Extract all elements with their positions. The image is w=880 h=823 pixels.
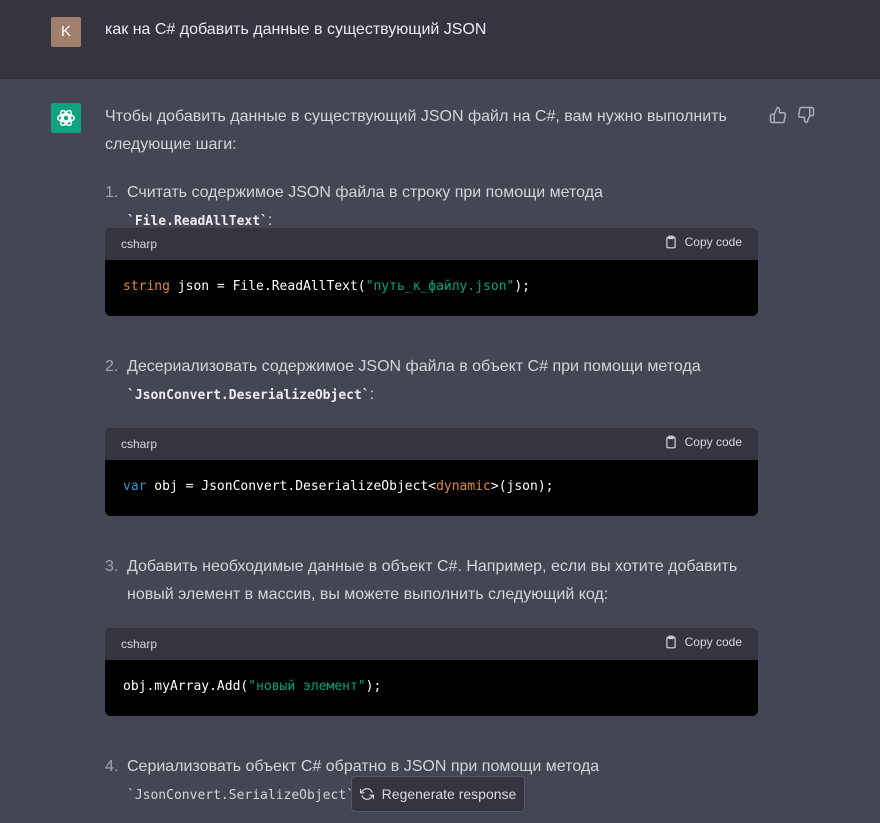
code-content: obj.myArray.Add("новый элемент"); [105,660,758,694]
step-text: Считать содержимое JSON файла в строку п… [127,184,603,201]
copy-code-label: Copy code [684,235,742,249]
clipboard-icon [665,635,676,649]
answer-intro: Чтобы добавить данные в существующий JSO… [105,108,727,153]
code-token: string [123,279,170,294]
code-language-label: csharp [121,237,158,251]
thumbs-up-icon[interactable] [769,106,787,124]
clipboard-icon [665,235,676,249]
inline-code: `JsonConvert.SerializeObject` [127,788,354,803]
code-token: ); [365,679,382,694]
step-text: Десериализовать содержимое JSON файла в … [127,358,701,375]
code-token: json = File.ReadAllText( [169,279,366,294]
code-language-label: csharp [121,637,158,651]
code-block-header: csharp Copy code [105,228,758,260]
code-block-header: csharp Copy code [105,628,758,660]
code-token: var [123,479,147,494]
code-token: "новый элемент" [248,679,366,694]
clipboard-icon [665,435,676,449]
inline-code: `JsonConvert.DeserializeObject` [127,388,370,403]
openai-logo-icon [51,103,81,133]
refresh-icon [359,788,374,800]
code-token: ); [514,279,531,294]
code-token: obj.myArray.Add( [123,679,249,694]
step-number: 3. [105,558,119,575]
code-block-header: csharp Copy code [105,428,758,460]
copy-code-label: Copy code [684,635,742,649]
copy-code-label: Copy code [684,435,742,449]
user-avatar: K [51,17,81,47]
copy-code-button[interactable]: Copy code [664,635,742,649]
user-message-row: K как на C# добавить данные в существующ… [0,0,880,79]
inline-code: `File.ReadAllText` [127,214,268,229]
step-text: Сериализовать объект C# обратно в JSON п… [127,758,600,775]
code-token: "путь_к_файлу.json" [365,279,515,294]
regenerate-response-button[interactable]: Regenerate response [351,776,525,812]
step-tail: : [369,386,375,403]
code-token: >(json); [490,479,554,494]
copy-code-button[interactable]: Copy code [664,235,742,249]
code-content: string json = File.ReadAllText("путь_к_ф… [105,260,758,294]
code-token: obj = JsonConvert.DeserializeObject< [146,479,437,494]
thumbs-down-icon[interactable] [797,106,815,124]
code-block-2: csharp Copy code var obj = JsonConvert.D… [105,428,758,516]
assistant-answer: Чтобы добавить данные в существующий JSO… [105,103,758,803]
code-block-1: csharp Copy code string json = File.Read… [105,228,758,316]
step-number: 4. [105,758,119,775]
user-message-text: как на C# добавить данные в существующий… [105,21,487,38]
copy-code-button[interactable]: Copy code [664,435,742,449]
step-number: 1. [105,184,119,201]
code-language-label: csharp [121,437,158,451]
step-number: 2. [105,358,119,375]
step-tail: : [267,212,273,229]
code-token: dynamic [436,479,491,494]
code-block-3: csharp Copy code obj.myArray.Add("новый … [105,628,758,716]
code-content: var obj = JsonConvert.DeserializeObject<… [105,460,758,494]
regenerate-label: Regenerate response [381,786,517,802]
step-text: Добавить необходимые данные в объект C#.… [127,558,738,603]
